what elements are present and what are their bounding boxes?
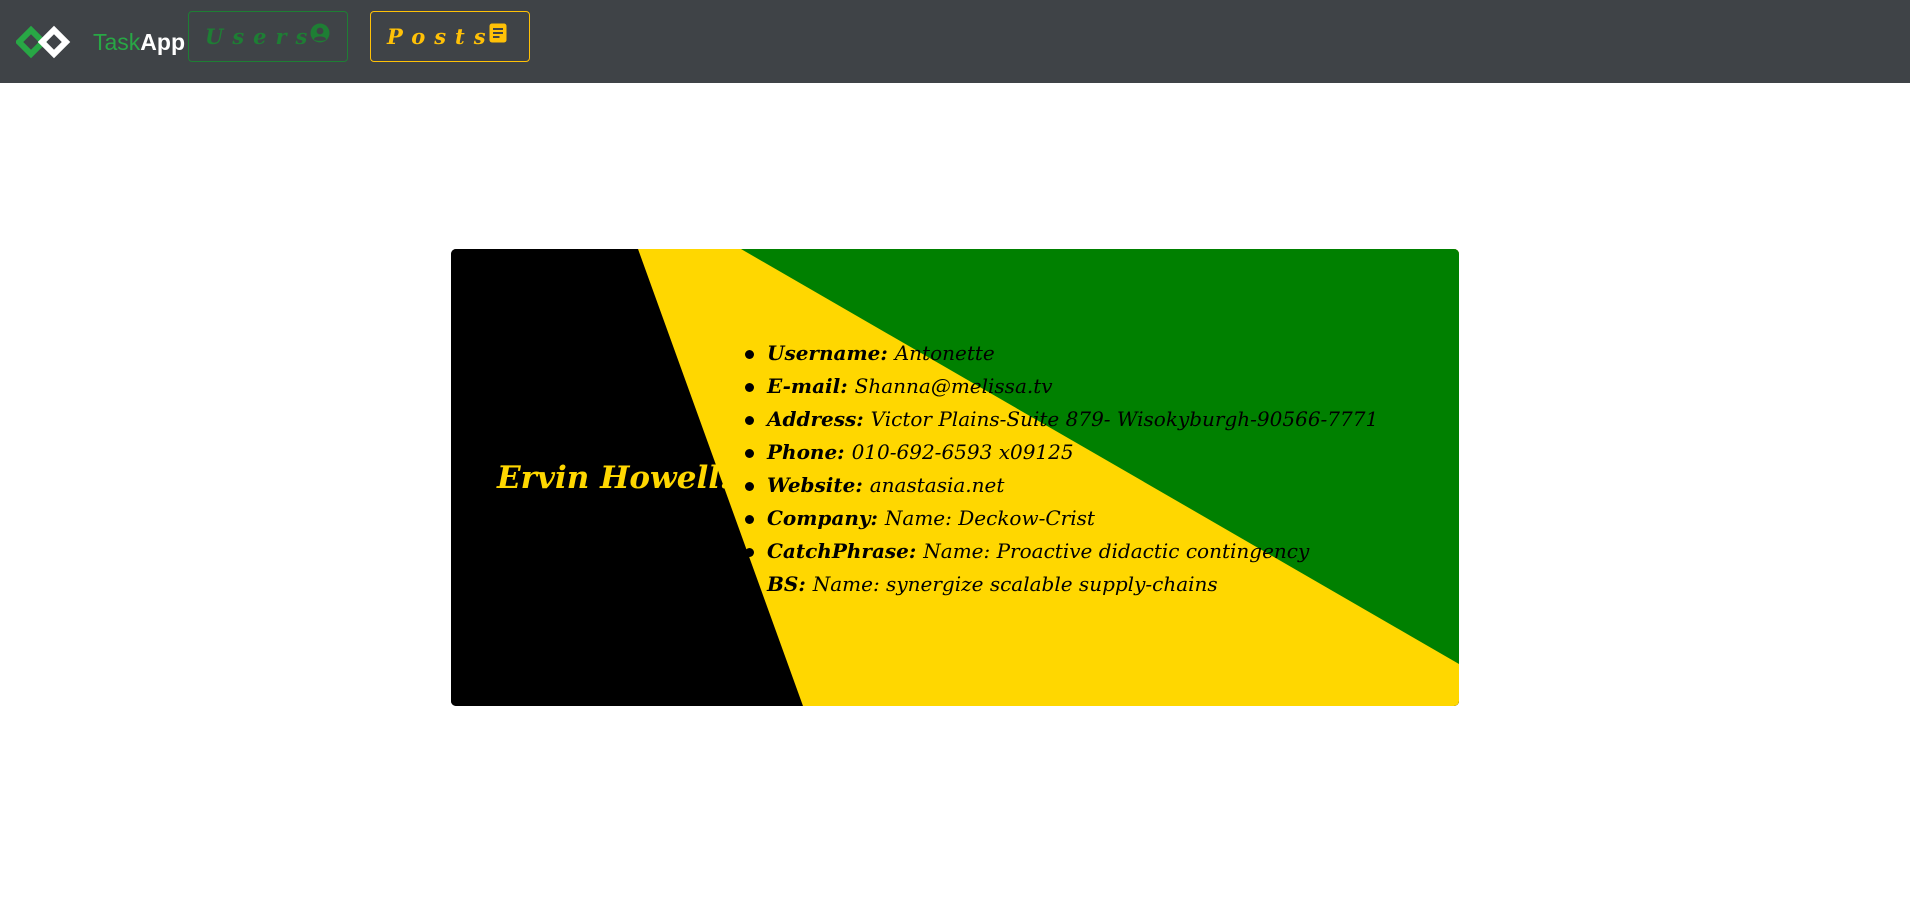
detail-catchphrase-value: Name: Proactive didactic contingency — [923, 539, 1310, 563]
detail-address: Address: Victor Plains-Suite 879- Wisokyb… — [744, 403, 1379, 436]
detail-email-value: Shanna@melissa.tv — [854, 374, 1053, 398]
user-card: Ervin Howell: Username: Antonette E-mail:… — [451, 249, 1459, 706]
users-button-label: Users — [205, 24, 317, 49]
detail-company: Company: Name: Deckow-Crist — [744, 502, 1378, 535]
detail-username: Username: Antonette — [744, 337, 1378, 370]
detail-company-value: Name: Deckow-Crist — [884, 506, 1095, 530]
user-details-list: Username: Antonette E-mail: Shanna@melissa… — [744, 337, 1379, 601]
detail-website: Website: anastasia.net — [744, 469, 1378, 502]
detail-bs: BS: Name: synergize scalable supply-chain… — [744, 568, 1378, 601]
detail-address-value: Victor Plains-Suite 879- Wisokyburgh-905… — [870, 407, 1379, 431]
detail-username-label: Username: — [767, 341, 888, 365]
user-name: Ervin Howell: — [497, 460, 732, 496]
detail-address-label: Address: — [767, 407, 864, 431]
document-icon — [489, 23, 507, 42]
detail-phone: Phone: 010-692-6593 x09125 — [744, 436, 1378, 469]
posts-button-label: Posts — [387, 24, 495, 49]
brand-task-text: Task — [93, 29, 141, 55]
detail-phone-value: 010-692-6593 x09125 — [851, 440, 1074, 464]
detail-phone-label: Phone: — [767, 440, 845, 464]
detail-website-label: Website: — [767, 473, 863, 497]
detail-company-label: Company: — [767, 506, 878, 530]
users-button[interactable]: Users — [188, 11, 348, 62]
detail-catchphrase-label: CatchPhrase: — [767, 539, 917, 563]
brand-app-text: App — [140, 29, 186, 55]
detail-bs-value: Name: synergize scalable supply-chains — [812, 572, 1218, 596]
posts-button[interactable]: Posts — [370, 11, 530, 62]
detail-website-value: anastasia.net — [869, 473, 1005, 497]
user-circle-icon — [310, 23, 330, 42]
infinity-diamonds-logo-icon[interactable] — [16, 22, 72, 62]
detail-email-label: E-mail: — [767, 374, 848, 398]
detail-email: E-mail: Shanna@melissa.tv — [744, 370, 1378, 403]
detail-bs-label: BS: — [767, 572, 806, 596]
detail-username-value: Antonette — [894, 341, 995, 365]
navbar: TaskApp Users Posts — [0, 0, 1910, 83]
detail-catchphrase: CatchPhrase: Name: Proactive didactic con… — [744, 535, 1378, 568]
brand-name[interactable]: TaskApp — [93, 28, 185, 56]
